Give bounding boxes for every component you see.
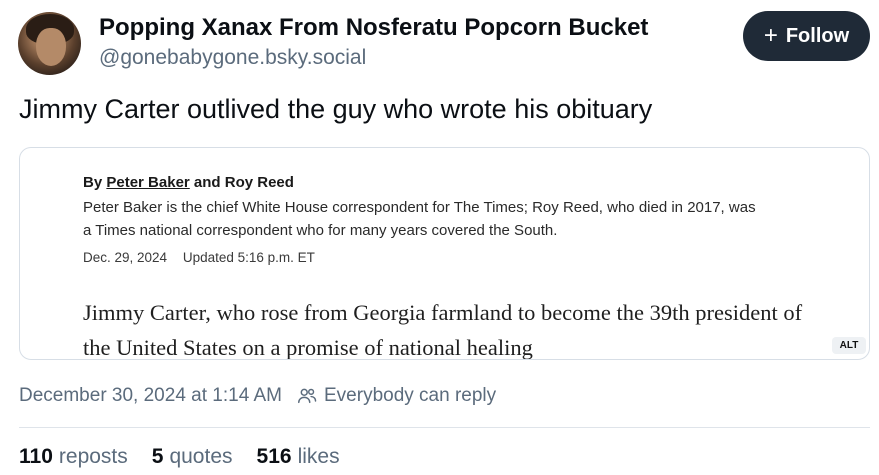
quotes-stat[interactable]: 5 quotes (152, 445, 233, 469)
follow-button-label: Follow (785, 24, 850, 47)
byline-author: Peter Baker (106, 174, 190, 191)
post-stats: 110 reposts 5 quotes 516 likes (19, 445, 364, 469)
reply-setting[interactable]: Everybody can reply (296, 385, 496, 407)
follow-button[interactable]: + Follow (743, 11, 870, 61)
likes-stat[interactable]: 516 likes (257, 445, 340, 469)
post-text: Jimmy Carter outlived the guy who wrote … (19, 94, 653, 124)
divider (19, 427, 870, 428)
reply-setting-label: Everybody can reply (324, 385, 497, 406)
byline-rest: and Roy Reed (193, 174, 294, 191)
likes-label: likes (297, 445, 340, 468)
article-lede: Jimmy Carter, who rose from Georgia farm… (83, 300, 803, 360)
article-byline: By Peter Baker and Roy Reed (83, 174, 294, 191)
avatar-face (36, 28, 66, 66)
reposts-count: 110 (19, 445, 53, 468)
avatar[interactable] (18, 12, 81, 75)
plus-icon: + (763, 22, 778, 49)
article-updated: Updated 5:16 p.m. ET (182, 250, 315, 265)
post-timestamp[interactable]: December 30, 2024 at 1:14 AM (19, 385, 282, 407)
likes-count: 516 (256, 445, 292, 468)
embedded-image[interactable]: By Peter Baker and Roy Reed Peter Baker … (19, 147, 870, 360)
quotes-count: 5 (151, 445, 164, 468)
article-dateline: Dec. 29, 2024 Updated 5:16 p.m. ET (83, 250, 315, 265)
alt-badge[interactable]: ALT (832, 337, 866, 354)
reposts-label: reposts (58, 445, 128, 468)
reposts-stat[interactable]: 110 reposts (19, 445, 128, 469)
article-date: Dec. 29, 2024 (83, 250, 168, 265)
quotes-label: quotes (169, 445, 233, 468)
author-handle[interactable]: @gonebabygone.bsky.social (99, 46, 366, 70)
people-icon (298, 388, 317, 404)
author-display-name[interactable]: Popping Xanax From Nosferatu Popcorn Buc… (99, 14, 648, 42)
post-meta: December 30, 2024 at 1:14 AM Everybody c… (19, 385, 496, 407)
article-author-bio: Peter Baker is the chief White House cor… (83, 199, 756, 239)
byline-prefix: By (83, 174, 103, 191)
